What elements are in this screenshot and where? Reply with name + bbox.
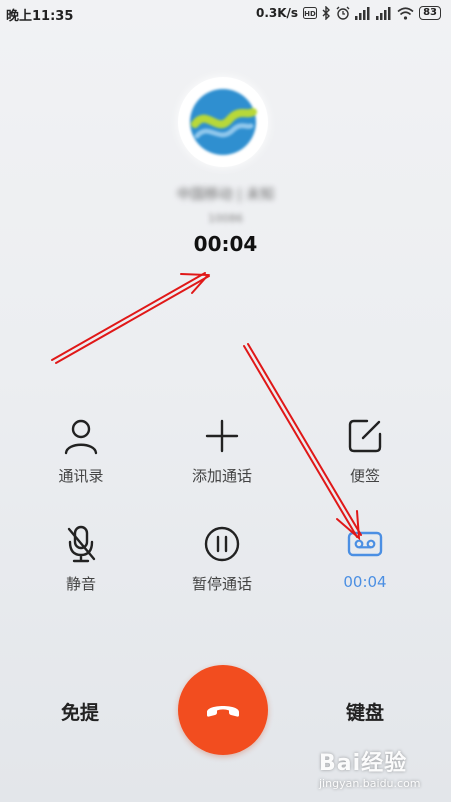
caller-name: 中国移动 | 未知 <box>176 187 275 203</box>
add-call-icon <box>205 419 239 453</box>
hd-icon: HD <box>303 7 318 19</box>
signal-icon-2 <box>376 6 391 20</box>
note-label: 便签 <box>349 467 380 485</box>
add-call-button[interactable]: 添加通话 <box>152 416 292 486</box>
alarm-icon <box>336 6 350 20</box>
keypad-button[interactable]: 键盘 <box>346 698 384 725</box>
status-time: 晚上11:35 <box>6 9 74 24</box>
add-call-label: 添加通话 <box>191 467 252 485</box>
mic-off-icon <box>67 525 96 563</box>
hold-call-label: 暂停通话 <box>191 575 252 593</box>
status-bar: 晚上11:35 0.3K/s HD 83 <box>0 0 451 26</box>
bluetooth-icon <box>322 6 331 20</box>
status-icons: 0.3K/s HD 83 <box>256 4 441 22</box>
svg-text:HD: HD <box>304 10 316 18</box>
speaker-button[interactable]: 免提 <box>61 698 99 725</box>
contacts-button[interactable]: 通讯录 <box>11 416 151 486</box>
net-speed: 0.3K/s <box>255 6 299 20</box>
caller-number: 10086 <box>208 212 243 225</box>
battery-icon: 83 <box>419 6 441 20</box>
china-mobile-logo <box>190 89 257 155</box>
annotation-arrow-timer <box>51 272 211 364</box>
record-timer-label: 00:04 <box>343 573 387 591</box>
caller-avatar <box>178 77 268 167</box>
watermark-logo: Bai经验 <box>319 751 408 776</box>
baidu-jingyan-watermark: Bai经验 jingyan.baidu.com <box>319 745 439 790</box>
call-duration: 00:04 <box>193 232 258 256</box>
signal-icon <box>355 6 370 20</box>
wifi-icon <box>397 6 414 20</box>
note-button[interactable]: 便签 <box>295 416 435 486</box>
contacts-icon <box>64 419 98 455</box>
mute-label: 静音 <box>65 575 96 593</box>
mute-button[interactable]: 静音 <box>11 524 151 594</box>
watermark-url: jingyan.baidu.com <box>319 777 421 790</box>
hold-call-button[interactable]: 暂停通话 <box>152 524 292 594</box>
pause-icon <box>204 526 240 562</box>
hangup-phone-icon <box>207 706 239 717</box>
contacts-label: 通讯录 <box>58 467 104 485</box>
hangup-button[interactable] <box>178 665 268 755</box>
record-button[interactable]: 00:04 <box>295 524 435 591</box>
record-icon <box>347 531 383 557</box>
note-icon <box>348 419 382 453</box>
